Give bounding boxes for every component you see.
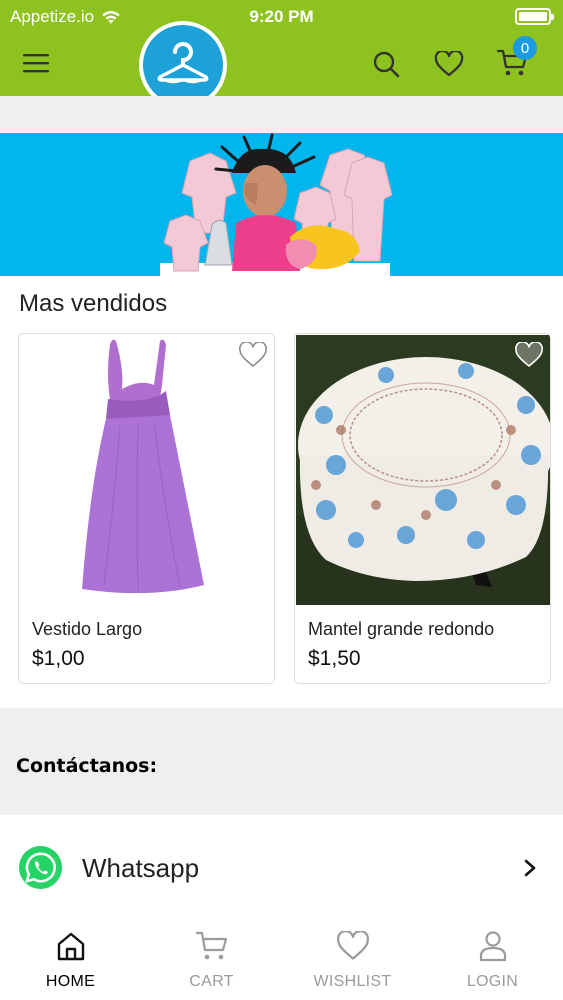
clock: 9:20 PM — [249, 7, 314, 26]
app-header: Appetize.io 9:20 PM 0 — [0, 0, 563, 96]
nav-cart[interactable]: CART — [141, 929, 282, 995]
product-image-tablecloth — [296, 335, 550, 605]
nav-login[interactable]: LOGIN — [422, 929, 563, 995]
nav-home-label: HOME — [45, 973, 96, 990]
product-name: Vestido Largo — [32, 619, 143, 639]
user-icon — [479, 931, 506, 962]
nav-cart-label: CART — [189, 973, 234, 990]
product-price: $1,50 — [308, 647, 361, 670]
search-button[interactable] — [367, 46, 405, 82]
product-name: Mantel grande redondo — [308, 619, 495, 639]
hamburger-icon — [23, 54, 49, 73]
menu-button[interactable] — [18, 46, 54, 80]
bottom-nav: HOME CART WISHLIST LOGIN — [0, 921, 563, 1000]
product-image-dress — [20, 335, 274, 605]
nav-wishlist-label: WISHLIST — [313, 973, 392, 990]
heart-icon — [434, 51, 464, 77]
promo-banner[interactable] — [0, 133, 563, 276]
nav-login-label: LOGIN — [466, 973, 519, 990]
home-icon — [57, 932, 84, 961]
hanger-logo-icon — [157, 42, 209, 84]
wishlist-button[interactable] — [430, 46, 468, 82]
nav-wishlist[interactable]: WISHLIST — [282, 929, 423, 995]
cart-count-badge: 0 — [513, 36, 537, 60]
cart-icon — [195, 931, 227, 960]
product-price: $1,00 — [32, 647, 85, 670]
nav-home[interactable]: HOME — [0, 929, 141, 995]
whatsapp-contact-row[interactable]: Whatsapp — [0, 815, 563, 921]
whatsapp-label: Whatsapp — [82, 853, 200, 883]
favorite-heart-icon[interactable] — [514, 342, 544, 368]
section-title-best-sellers: Mas vendidos — [19, 290, 168, 317]
banner-illustration — [160, 133, 393, 276]
contact-title: Contáctanos: — [16, 755, 158, 777]
app-screen: Appetize.io 9:20 PM 0 Mas vendidos Vesti… — [0, 0, 563, 1000]
dress-illustration — [20, 335, 274, 605]
favorite-heart-icon[interactable] — [238, 342, 268, 368]
chevron-right-icon — [524, 859, 536, 877]
status-bar: Appetize.io 9:20 PM — [0, 0, 563, 32]
heart-icon — [336, 931, 369, 960]
product-card[interactable]: Mantel grande redondo $1,50 — [294, 333, 551, 684]
contact-section: Contáctanos: — [0, 708, 563, 815]
search-icon — [373, 51, 400, 78]
battery-icon — [515, 8, 554, 25]
product-card[interactable]: Vestido Largo $1,00 — [18, 333, 275, 684]
header-spacer — [0, 96, 563, 133]
whatsapp-icon — [18, 845, 63, 890]
tablecloth-illustration — [296, 335, 550, 605]
